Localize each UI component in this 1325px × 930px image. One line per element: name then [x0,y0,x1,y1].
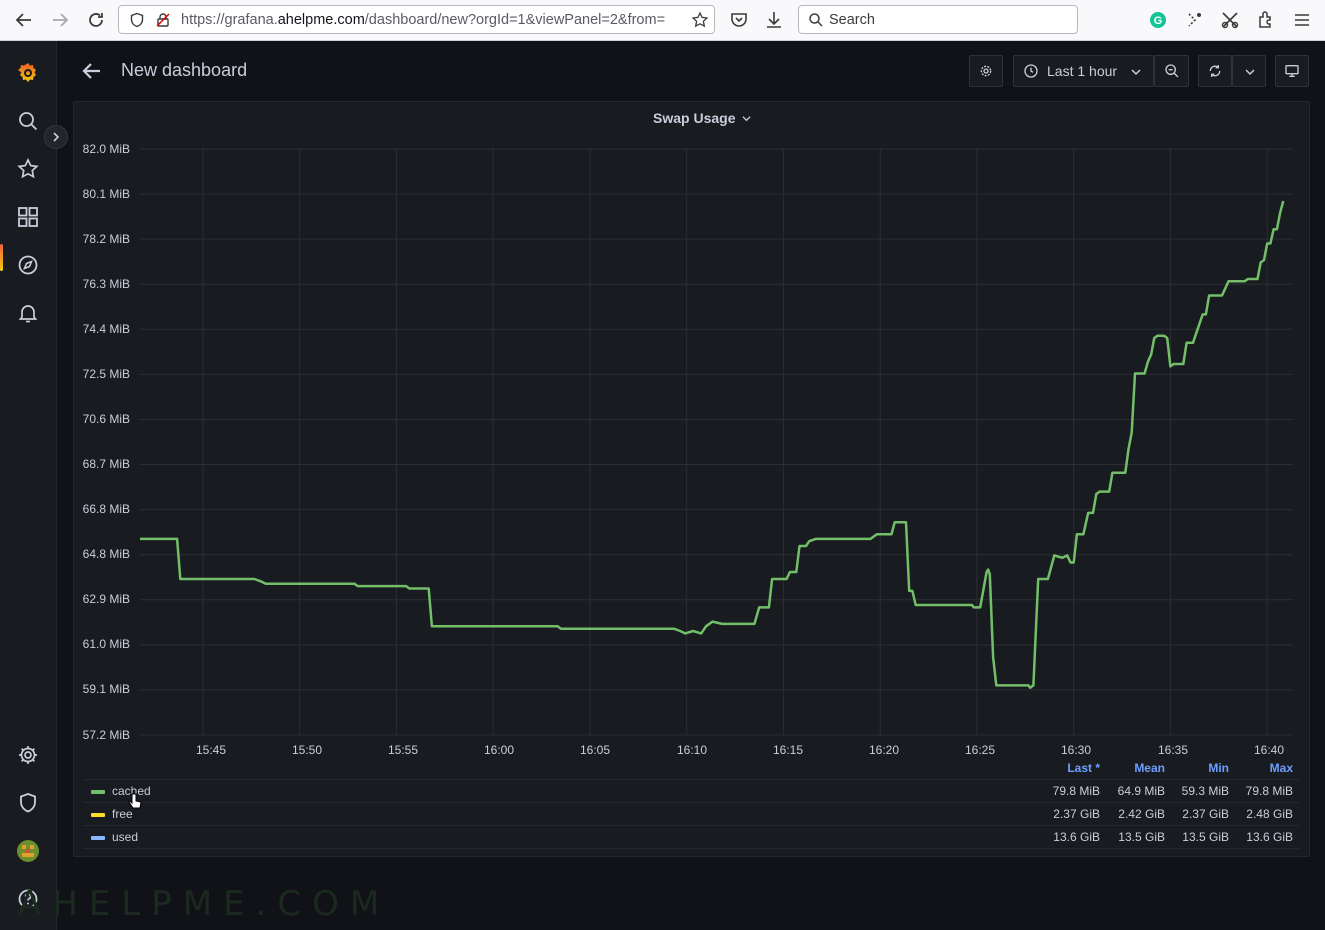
legend-header-last[interactable]: Last * [1030,761,1100,775]
legend-row[interactable]: cached 79.8 MiB 64.9 MiB 59.3 MiB 79.8 M… [83,779,1300,802]
legend-max: 2.48 GiB [1246,807,1293,821]
legend-swatch [91,813,105,817]
legend-swatch [91,836,105,840]
legend-last: 2.37 GiB [1053,807,1100,821]
legend-header-mean[interactable]: Mean [1095,761,1165,775]
legend-min: 59.3 MiB [1181,784,1229,798]
legend-max: 13.6 GiB [1246,830,1293,844]
legend-header-max[interactable]: Max [1223,761,1293,775]
legend-mean: 13.5 GiB [1118,830,1165,844]
legend-mean: 2.42 GiB [1118,807,1165,821]
watermark: AHELPME.COM [18,884,391,924]
legend-mean: 64.9 MiB [1117,784,1165,798]
legend-header-min[interactable]: Min [1159,761,1229,775]
legend-last: 13.6 GiB [1053,830,1100,844]
legend-max: 79.8 MiB [1245,784,1293,798]
hand-cursor-icon [128,793,142,809]
legend-min: 13.5 GiB [1182,830,1229,844]
series-line-cached[interactable] [140,200,1285,689]
legend-last: 79.8 MiB [1052,784,1100,798]
legend-min: 2.37 GiB [1182,807,1229,821]
legend-row[interactable]: used 13.6 GiB 13.5 GiB 13.5 GiB 13.6 GiB [83,825,1300,849]
legend-swatch [91,790,105,794]
legend-series-name[interactable]: used [112,830,138,844]
legend-row[interactable]: free 2.37 GiB 2.42 GiB 2.37 GiB 2.48 GiB [83,802,1300,825]
